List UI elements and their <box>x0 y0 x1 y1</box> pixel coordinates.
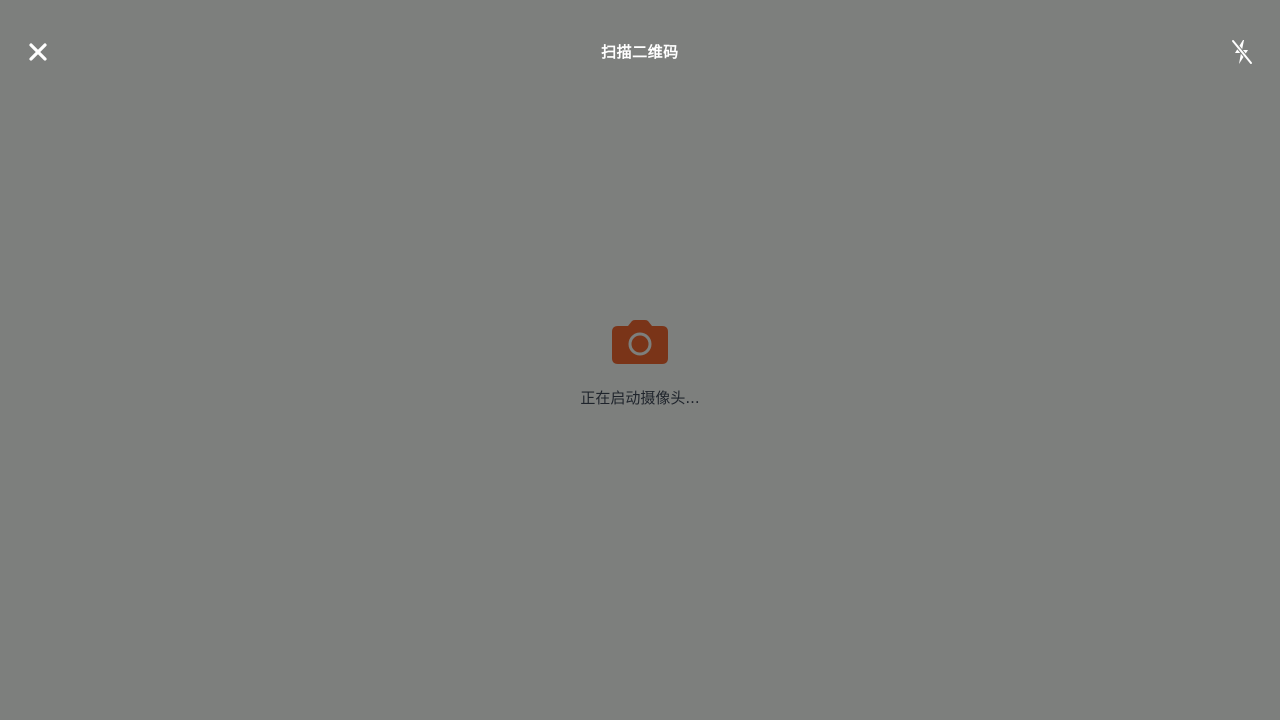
page-title: 扫描二维码 <box>601 43 679 61</box>
camera-loading-indicator: 正在启动摄像头... <box>0 318 1280 410</box>
loading-status-text: 正在启动摄像头... <box>580 389 700 407</box>
scanner-header: 扫描二维码 <box>0 0 1280 104</box>
camera-icon <box>612 320 668 364</box>
flash-off-icon <box>1231 39 1253 65</box>
flash-toggle-button[interactable] <box>1226 36 1258 68</box>
